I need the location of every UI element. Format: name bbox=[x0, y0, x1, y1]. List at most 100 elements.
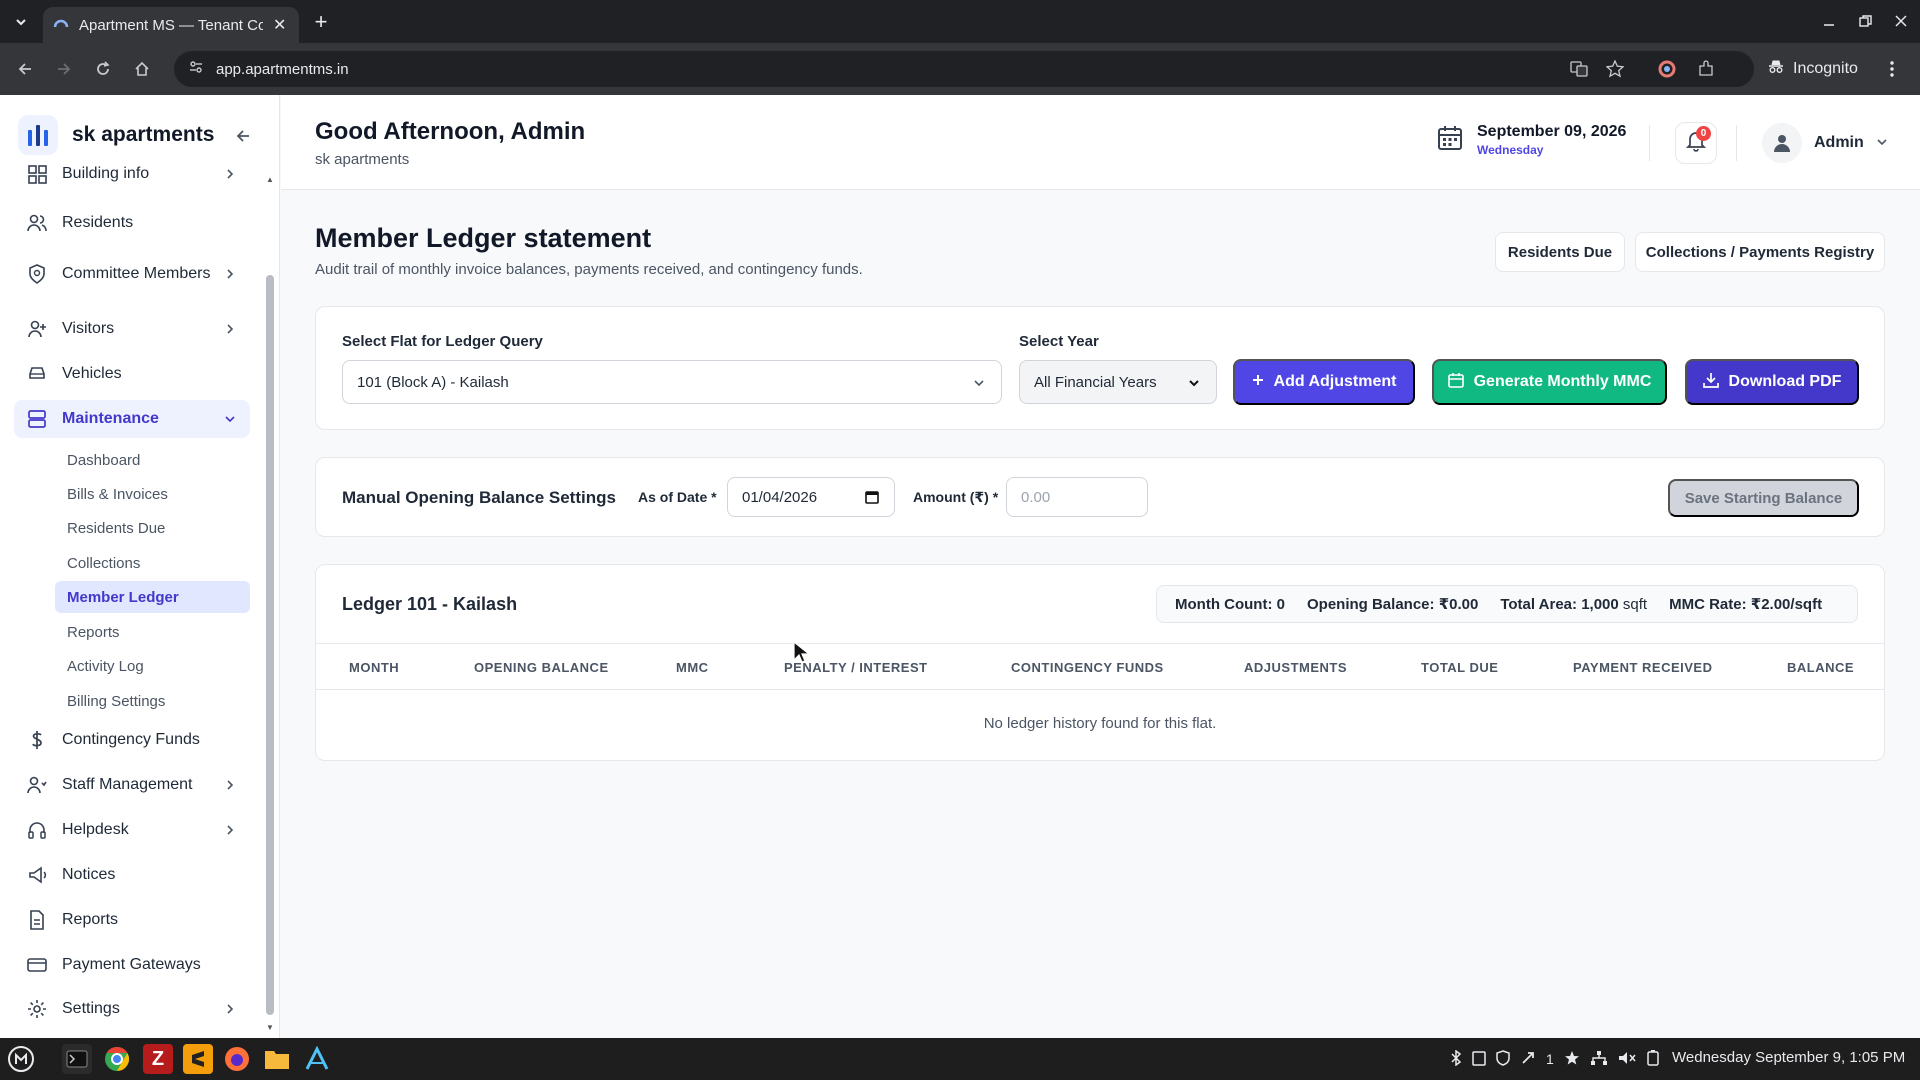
collapse-sidebar-icon[interactable] bbox=[232, 125, 254, 147]
tab-close-icon[interactable]: ✕ bbox=[273, 15, 286, 35]
collections-registry-button[interactable]: Collections / Payments Registry bbox=[1635, 232, 1885, 272]
restore-icon[interactable] bbox=[1854, 10, 1876, 32]
sidebar-item-label: Committee Members bbox=[62, 265, 211, 282]
user-menu[interactable]: Admin bbox=[1762, 123, 1888, 163]
translate-icon[interactable] bbox=[1570, 59, 1588, 79]
flat-select[interactable]: 101 (Block A) - Kailash bbox=[342, 360, 1002, 404]
year-select[interactable]: All Financial Years bbox=[1019, 360, 1217, 404]
new-tab-button[interactable]: + bbox=[309, 9, 333, 34]
sublime-text-icon[interactable] bbox=[183, 1044, 213, 1074]
save-starting-balance-button[interactable]: Save Starting Balance bbox=[1668, 479, 1859, 517]
browser-menu-icon[interactable] bbox=[1880, 57, 1904, 81]
sidebar-item-helpdesk[interactable]: Helpdesk bbox=[14, 811, 250, 849]
year-select-label: Select Year bbox=[1019, 333, 1099, 350]
os-menu-icon[interactable] bbox=[6, 1044, 36, 1074]
chevron-right-icon bbox=[222, 822, 238, 838]
brand[interactable]: sk apartments bbox=[18, 115, 214, 155]
as-of-date-input[interactable]: 01/04/2026 bbox=[727, 477, 895, 517]
browser-tab-bar: Apartment MS — Tenant Console ✕ + bbox=[0, 0, 1920, 43]
sidebar-item-settings[interactable]: Settings bbox=[14, 990, 250, 1028]
sidebar-item-maintenance[interactable]: Maintenance bbox=[14, 400, 250, 438]
scrollbar-thumb[interactable] bbox=[266, 275, 274, 1015]
files-icon[interactable] bbox=[262, 1044, 292, 1074]
network-icon[interactable] bbox=[1590, 1050, 1608, 1069]
taskbar-clock[interactable]: Wednesday September 9, 1:05 PM bbox=[1672, 1049, 1905, 1066]
shield-tray-icon[interactable] bbox=[1496, 1049, 1510, 1069]
url-text: app.apartmentms.in bbox=[216, 60, 349, 78]
browser-tab[interactable]: Apartment MS — Tenant Console ✕ bbox=[43, 7, 299, 43]
back-icon[interactable] bbox=[12, 56, 38, 82]
submenu-collections[interactable]: Collections bbox=[55, 547, 250, 579]
updates-icon[interactable] bbox=[1520, 1050, 1536, 1069]
scroll-down-icon[interactable]: ▼ bbox=[265, 1023, 275, 1033]
user-plus-icon bbox=[26, 318, 48, 340]
bookmark-star-icon[interactable] bbox=[1606, 59, 1624, 79]
file-icon bbox=[26, 909, 48, 931]
app-header: Good Afternoon, Admin sk apartments Sept… bbox=[281, 95, 1920, 190]
tab-search-icon[interactable] bbox=[8, 10, 34, 34]
residents-due-button[interactable]: Residents Due bbox=[1495, 232, 1625, 272]
submenu-dashboard[interactable]: Dashboard bbox=[55, 444, 250, 476]
greeting: Good Afternoon, Admin bbox=[315, 118, 586, 145]
volume-muted-icon[interactable] bbox=[1618, 1050, 1636, 1069]
download-pdf-button[interactable]: Download PDF bbox=[1685, 359, 1859, 405]
brand-logo-icon bbox=[18, 115, 58, 155]
chevron-right-icon bbox=[222, 166, 238, 182]
window-close-icon[interactable] bbox=[1890, 10, 1912, 32]
sidebar-item-reports[interactable]: Reports bbox=[14, 901, 250, 939]
reload-icon[interactable] bbox=[90, 56, 116, 82]
amount-label: Amount (₹) * bbox=[913, 489, 999, 505]
filezilla-icon[interactable]: Z bbox=[143, 1044, 173, 1074]
submenu-member-ledger[interactable]: Member Ledger bbox=[55, 581, 250, 613]
amount-input[interactable]: 0.00 bbox=[1006, 477, 1148, 517]
submenu-billing-settings[interactable]: Billing Settings bbox=[55, 685, 250, 717]
opening-balance-card: Manual Opening Balance Settings As of Da… bbox=[315, 457, 1885, 537]
staff-icon bbox=[26, 774, 48, 796]
add-adjustment-button[interactable]: Add Adjustment bbox=[1233, 359, 1415, 405]
battery-icon[interactable] bbox=[1646, 1049, 1660, 1069]
forward-icon[interactable] bbox=[51, 56, 77, 82]
terminal-icon[interactable] bbox=[62, 1044, 92, 1074]
extensions-icon[interactable] bbox=[1697, 59, 1715, 79]
star-tray-icon[interactable] bbox=[1564, 1050, 1580, 1069]
sidebar-item-committee-members[interactable]: Committee Members bbox=[14, 249, 250, 299]
sidebar-item-building-info[interactable]: Building info bbox=[14, 159, 250, 189]
address-bar[interactable]: app.apartmentms.in bbox=[174, 51, 1754, 87]
sidebar-item-staff-management[interactable]: Staff Management bbox=[14, 766, 250, 804]
user-name: Admin bbox=[1814, 134, 1864, 151]
society-name: sk apartments bbox=[315, 151, 410, 168]
arduino-ide-icon[interactable] bbox=[302, 1044, 332, 1074]
color-extension-icon[interactable] bbox=[1658, 59, 1676, 79]
chevron-down-icon bbox=[971, 375, 987, 391]
scroll-up-icon[interactable]: ▲ bbox=[265, 175, 275, 185]
sidebar-scrollbar[interactable]: ▲ ▼ bbox=[265, 175, 275, 1035]
site-info-icon[interactable] bbox=[188, 59, 204, 80]
submenu-residents-due[interactable]: Residents Due bbox=[55, 512, 250, 544]
generate-mmc-button[interactable]: Generate Monthly MMC bbox=[1432, 359, 1667, 405]
page-title: Member Ledger statement bbox=[315, 223, 652, 253]
sidebar-item-vehicles[interactable]: Vehicles bbox=[14, 355, 250, 393]
sidebar-item-notices[interactable]: Notices bbox=[14, 856, 250, 894]
bluetooth-icon[interactable] bbox=[1450, 1049, 1462, 1069]
sidebar-item-contingency-funds[interactable]: Contingency Funds bbox=[14, 721, 250, 759]
generate-mmc-label: Generate Monthly MMC bbox=[1473, 373, 1652, 390]
credit-card-icon bbox=[26, 954, 48, 976]
sidebar-item-label: Helpdesk bbox=[62, 821, 129, 838]
sidebar-item-visitors[interactable]: Visitors bbox=[14, 310, 250, 348]
sidebar-item-label: Building info bbox=[62, 165, 150, 182]
sidebar-item-payment-gateways[interactable]: Payment Gateways bbox=[14, 946, 250, 984]
minimize-icon[interactable] bbox=[1818, 10, 1840, 32]
incognito-indicator[interactable]: Incognito bbox=[1755, 51, 1870, 87]
sidebar-item-residents[interactable]: Residents bbox=[14, 204, 250, 242]
submenu-activity-log[interactable]: Activity Log bbox=[55, 650, 250, 682]
submenu-reports[interactable]: Reports bbox=[55, 616, 250, 648]
home-icon[interactable] bbox=[129, 56, 155, 82]
year-select-value: All Financial Years bbox=[1034, 373, 1157, 391]
notifications-button[interactable]: 0 bbox=[1675, 122, 1717, 164]
submenu-bills-invoices[interactable]: Bills & Invoices bbox=[55, 478, 250, 510]
calendar-icon[interactable] bbox=[864, 489, 880, 509]
firefox-icon[interactable] bbox=[222, 1044, 252, 1074]
chrome-icon[interactable] bbox=[102, 1044, 132, 1074]
system-tray: 1 bbox=[1450, 1048, 1660, 1070]
clipboard-icon[interactable] bbox=[1472, 1050, 1486, 1069]
